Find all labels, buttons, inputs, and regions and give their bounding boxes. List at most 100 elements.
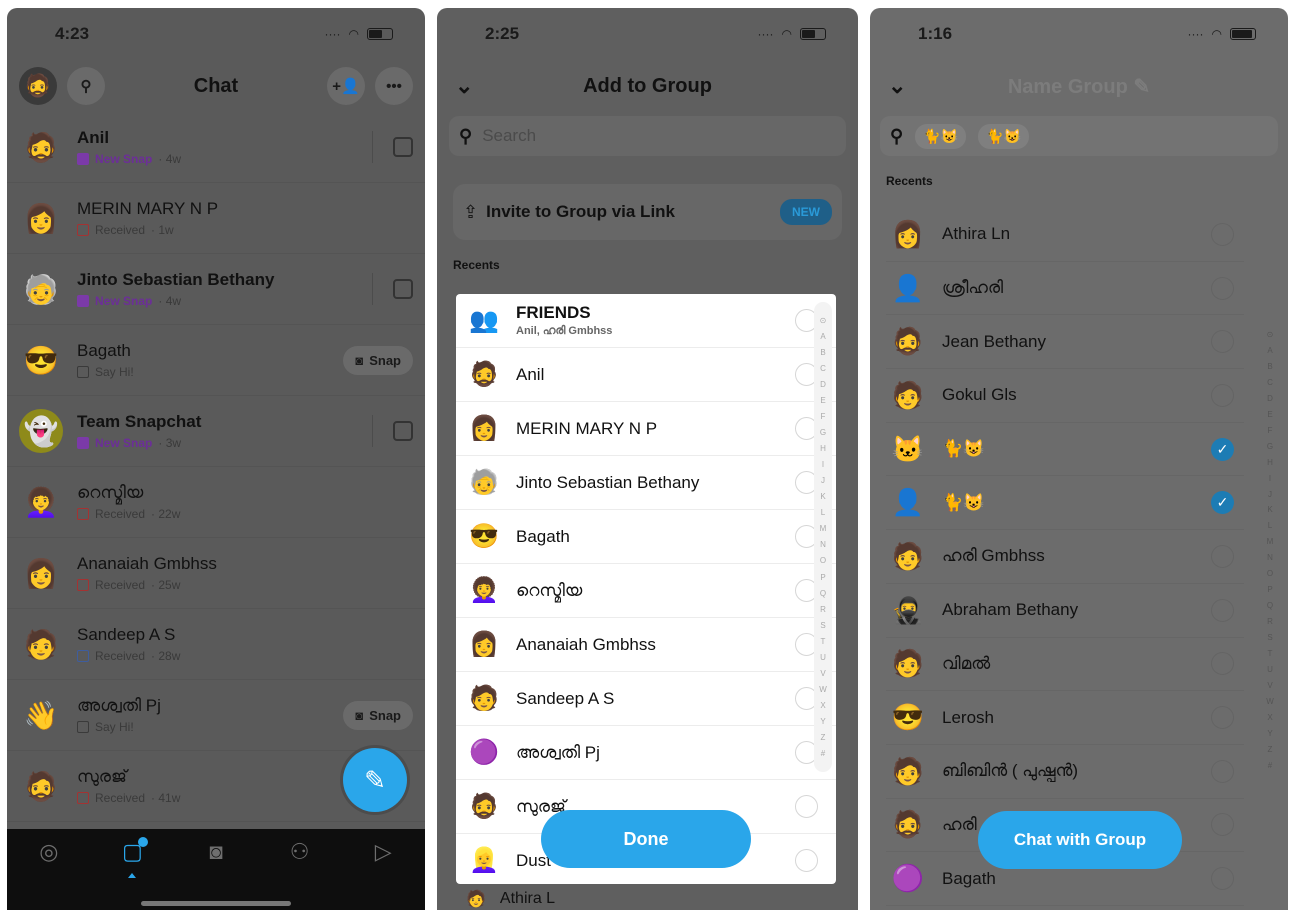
- list-item[interactable]: 👥 FRIENDS Anil, ഹരി Gmbhss: [456, 294, 836, 348]
- alphabet-letter[interactable]: B: [1267, 362, 1272, 371]
- alphabet-letter[interactable]: B: [820, 348, 825, 357]
- new-chat-button[interactable]: ✎: [343, 748, 407, 812]
- alphabet-letter[interactable]: #: [821, 749, 825, 758]
- alphabet-letter[interactable]: H: [820, 444, 826, 453]
- chat-icon[interactable]: [393, 137, 413, 157]
- list-item[interactable]: 👩 MERIN MARY N P: [456, 402, 836, 456]
- chat-row[interactable]: 👩 MERIN MARY N P Received · 1w: [7, 183, 425, 254]
- alphabet-letter[interactable]: X: [820, 701, 825, 710]
- alphabet-letter[interactable]: C: [820, 364, 826, 373]
- select-radio[interactable]: [1211, 544, 1234, 568]
- alphabet-letter[interactable]: A: [820, 332, 825, 341]
- list-item[interactable]: 🐱 🐈😺 ✓: [886, 423, 1244, 477]
- more-button[interactable]: •••: [374, 67, 413, 105]
- alphabet-letter[interactable]: E: [820, 396, 825, 405]
- alphabet-letter[interactable]: ⊙: [820, 316, 827, 325]
- select-radio[interactable]: [1211, 598, 1234, 622]
- alphabet-letter[interactable]: W: [819, 685, 827, 694]
- alphabet-letter[interactable]: I: [822, 460, 824, 469]
- list-item[interactable]: 👩‍🦱 റെസ്മിയ: [456, 564, 836, 618]
- invite-link-button[interactable]: ⇪ Invite to Group via Link NEW: [453, 184, 842, 240]
- alphabet-letter[interactable]: L: [821, 508, 825, 517]
- alphabet-letter[interactable]: V: [1267, 681, 1272, 690]
- camera-tab-icon[interactable]: ◙: [196, 839, 236, 910]
- list-item[interactable]: 🧔 Anil: [456, 348, 836, 402]
- list-item[interactable]: 🥷 Abraham Bethany: [886, 584, 1244, 638]
- chevron-down-icon[interactable]: ⌄: [888, 73, 906, 99]
- list-item[interactable]: 🧑 വിമൽ: [886, 638, 1244, 692]
- friends-tab-icon[interactable]: ⚇: [280, 839, 320, 910]
- alphabet-letter[interactable]: E: [1267, 410, 1272, 419]
- alphabet-letter[interactable]: ⊙: [1267, 330, 1274, 339]
- add-friend-button[interactable]: +👤: [326, 67, 365, 105]
- alphabet-letter[interactable]: U: [820, 653, 826, 662]
- select-radio[interactable]: [1211, 276, 1234, 300]
- alphabet-letter[interactable]: Y: [1267, 729, 1272, 738]
- alphabet-letter[interactable]: D: [1267, 394, 1273, 403]
- chat-row[interactable]: 🧔 Anil New Snap · 4w: [7, 112, 425, 183]
- select-radio[interactable]: [1211, 652, 1234, 676]
- alphabet-letter[interactable]: V: [820, 669, 825, 678]
- search-field[interactable]: ⚲ Search: [449, 116, 846, 156]
- alphabet-letter[interactable]: N: [1267, 553, 1273, 562]
- list-item[interactable]: 🧑 Sandeep A S: [456, 672, 836, 726]
- checkmark-icon[interactable]: ✓: [1211, 491, 1234, 515]
- alphabet-letter[interactable]: Q: [820, 589, 826, 598]
- profile-avatar[interactable]: 🧔: [19, 67, 57, 105]
- list-item[interactable]: 👩 Athira Ln: [886, 208, 1244, 262]
- alphabet-letter[interactable]: U: [1267, 665, 1273, 674]
- alphabet-letter[interactable]: H: [1267, 458, 1273, 467]
- select-radio[interactable]: [1211, 867, 1234, 891]
- alphabet-scrubber[interactable]: ⊙ A B C D E F G H I J K L M N O P Q R S T U V W X Y Z #: [814, 302, 832, 772]
- chat-row[interactable]: 🧑 Sandeep A S Received · 28w: [7, 609, 425, 680]
- alphabet-letter[interactable]: K: [1267, 505, 1272, 514]
- list-item[interactable]: 👩 Ananaiah Gmbhss: [456, 618, 836, 672]
- search-icon[interactable]: ⚲: [67, 67, 105, 105]
- list-item[interactable]: 😎 Bagath: [456, 510, 836, 564]
- alphabet-letter[interactable]: P: [820, 573, 825, 582]
- alphabet-letter[interactable]: K: [820, 492, 825, 501]
- done-button[interactable]: Done: [541, 810, 751, 868]
- list-item[interactable]: 👤 🐈😺 ✓: [886, 476, 1244, 531]
- chevron-down-icon[interactable]: ⌄: [455, 73, 473, 99]
- alphabet-letter[interactable]: T: [821, 637, 826, 646]
- alphabet-letter[interactable]: M: [1267, 537, 1274, 546]
- alphabet-letter[interactable]: Z: [821, 733, 826, 742]
- chat-row[interactable]: 😎 Bagath Say Hi! ◙ Snap: [7, 325, 425, 396]
- alphabet-letter[interactable]: C: [1267, 378, 1273, 387]
- alphabet-letter[interactable]: D: [820, 380, 826, 389]
- alphabet-letter[interactable]: Y: [820, 717, 825, 726]
- select-radio[interactable]: [795, 795, 818, 818]
- alphabet-letter[interactable]: O: [1267, 569, 1273, 578]
- alphabet-letter[interactable]: X: [1267, 713, 1272, 722]
- alphabet-letter[interactable]: R: [1267, 617, 1273, 626]
- chat-with-group-button[interactable]: Chat with Group: [978, 811, 1182, 869]
- list-item[interactable]: 🧑 ഹരി Gmbhss: [886, 530, 1244, 584]
- alphabet-letter[interactable]: R: [820, 605, 826, 614]
- list-item[interactable]: 🧑 Gokul Gls: [886, 369, 1244, 423]
- snap-button[interactable]: ◙ Snap: [343, 345, 413, 375]
- alphabet-letter[interactable]: I: [1269, 474, 1271, 483]
- stories-tab-icon[interactable]: ▷: [363, 839, 403, 910]
- alphabet-letter[interactable]: G: [1267, 442, 1273, 451]
- select-radio[interactable]: [1211, 330, 1234, 354]
- chat-icon[interactable]: [393, 421, 413, 441]
- select-radio[interactable]: [1211, 759, 1234, 783]
- alphabet-letter[interactable]: W: [1266, 697, 1274, 706]
- select-radio[interactable]: [1211, 383, 1234, 407]
- list-item[interactable]: 🟣 അശ്വതി Pj: [456, 726, 836, 780]
- selected-members-field[interactable]: ⚲ 🐈😺 🐈😺: [880, 116, 1278, 156]
- chat-row[interactable]: 👻 Team Snapchat New Snap · 3w: [7, 396, 425, 467]
- list-item[interactable]: 🧑 ബിബിൻ ( പുഷ്പൻ): [886, 745, 1244, 799]
- alphabet-letter[interactable]: J: [1268, 490, 1272, 499]
- list-item[interactable]: 😎 Lerosh: [886, 691, 1244, 745]
- alphabet-letter[interactable]: T: [1268, 649, 1273, 658]
- chat-row[interactable]: 🧓 Jinto Sebastian Bethany New Snap · 4w: [7, 254, 425, 325]
- alphabet-letter[interactable]: F: [821, 412, 826, 421]
- alphabet-letter[interactable]: J: [821, 476, 825, 485]
- alphabet-letter[interactable]: M: [820, 524, 827, 533]
- select-radio[interactable]: [795, 849, 818, 872]
- list-item[interactable]: 🧓 Jinto Sebastian Bethany: [456, 456, 836, 510]
- list-item[interactable]: 👤 ശ്രീഹരി: [886, 262, 1244, 316]
- chat-row[interactable]: 👩‍🦱 റെസ്മിയ Received · 22w: [7, 467, 425, 538]
